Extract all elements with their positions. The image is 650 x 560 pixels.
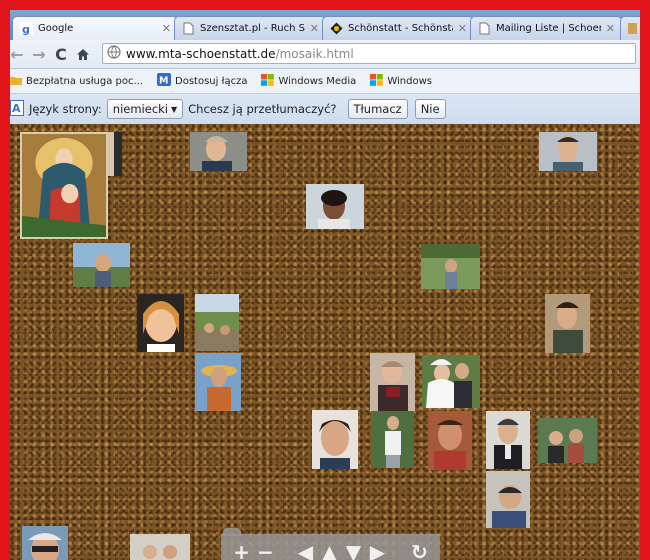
portrait-photo[interactable] — [22, 526, 68, 560]
bookmark-label: Windows — [387, 75, 432, 87]
tab-google[interactable]: g Google ✕ — [12, 16, 178, 40]
url-path: /mosaik.html — [275, 46, 354, 61]
portrait-photo[interactable] — [195, 353, 241, 411]
msn-icon: M — [157, 73, 172, 89]
svg-text:A: A — [12, 102, 21, 115]
screenshot-frame: g Google ✕ Szensztat.pl - Ruch Sz... ✕ S… — [0, 0, 650, 560]
bookmark-item[interactable]: M Dostosuj łącza — [157, 73, 247, 89]
portrait-photo[interactable] — [130, 534, 190, 560]
translate-icon: A — [10, 99, 24, 119]
zoom-in-icon[interactable]: + — [232, 542, 252, 560]
tab-strip: g Google ✕ Szensztat.pl - Ruch Sz... ✕ S… — [10, 10, 640, 40]
zoom-out-icon[interactable]: − — [256, 542, 276, 560]
tab-partial[interactable] — [620, 16, 640, 40]
translate-question: Chcesz ją przetłumaczyć? — [188, 102, 337, 116]
portrait-photo[interactable] — [190, 132, 247, 171]
google-favicon: g — [19, 22, 33, 36]
translate-button[interactable]: Tłumacz — [347, 99, 408, 119]
portrait-photo[interactable] — [371, 411, 414, 468]
svg-text:M: M — [159, 76, 168, 87]
tab-szensztat[interactable]: Szensztat.pl - Ruch Sz... ✕ — [174, 16, 326, 40]
reload-icon[interactable]: C — [50, 43, 72, 65]
folder-icon — [10, 74, 22, 89]
translate-bar: A Język strony: niemiecki ▼ Chcesz ją pr… — [10, 94, 640, 125]
portrait-photo[interactable] — [137, 294, 184, 352]
windows-icon — [370, 73, 384, 89]
forward-arrow-icon[interactable]: → — [28, 43, 50, 65]
language-label: Język strony: — [29, 102, 102, 116]
url-host: www.mta-schoenstatt.de — [126, 46, 276, 61]
close-icon[interactable]: ✕ — [162, 22, 171, 35]
bookmark-label: Dostosuj łącza — [175, 75, 248, 87]
page-icon — [477, 22, 491, 36]
portrait-photo[interactable] — [428, 411, 472, 470]
bookmark-label: Windows Media — [278, 75, 357, 87]
tab-schoenstatt[interactable]: Schönstatt - Schönstat... ✕ — [322, 16, 474, 40]
home-icon[interactable] — [72, 43, 94, 65]
bookmark-item[interactable]: Bezpłatna usługa poc... — [10, 74, 143, 89]
portrait-photo[interactable] — [108, 132, 122, 176]
bookmark-item[interactable]: Windows — [370, 73, 432, 89]
madonna-image[interactable] — [20, 132, 108, 239]
mosaic-controls: + − ◀ ▲ ▼ ▶ ↻ — [221, 534, 440, 560]
portrait-photo[interactable] — [538, 418, 597, 463]
portrait-photo[interactable] — [306, 184, 364, 229]
tab-mailing[interactable]: Mailing Liste | Schoenst... ✕ — [470, 16, 622, 40]
bookmark-item[interactable]: Windows Media — [261, 73, 357, 89]
portrait-photo[interactable] — [422, 355, 480, 408]
windows-icon — [261, 73, 275, 89]
bookmark-label: Bezpłatna usługa poc... — [26, 75, 144, 87]
portrait-photo[interactable] — [486, 471, 530, 528]
pan-down-icon[interactable]: ▼ — [344, 542, 364, 560]
pan-up-icon[interactable]: ▲ — [320, 542, 340, 560]
portrait-photo[interactable] — [370, 353, 415, 412]
bookmarks-bar: Bezpłatna usługa poc... M Dostosuj łącza… — [10, 69, 640, 94]
portrait-photo[interactable] — [312, 410, 358, 469]
tab-label: Google — [38, 23, 74, 34]
page-icon — [625, 22, 639, 36]
no-button[interactable]: Nie — [414, 99, 446, 119]
portrait-photo[interactable] — [421, 244, 480, 289]
browser-toolbar: ← → C www.mta-schoenstatt.de/mosaik.html — [10, 40, 640, 69]
svg-text:g: g — [22, 23, 30, 35]
tab-label: Schönstatt - Schönstat... — [348, 23, 453, 34]
tab-label: Mailing Liste | Schoenst... — [496, 23, 601, 34]
tab-label: Szensztat.pl - Ruch Sz... — [200, 23, 305, 34]
language-select[interactable]: niemiecki ▼ — [106, 99, 184, 119]
portrait-photo[interactable] — [545, 294, 590, 353]
pan-left-icon[interactable]: ◀ — [296, 542, 316, 560]
chevron-down-icon: ▼ — [171, 104, 178, 114]
portrait-photo[interactable] — [73, 243, 130, 287]
portrait-photo[interactable] — [539, 132, 597, 171]
schoenstatt-favicon — [329, 22, 343, 36]
globe-icon — [107, 45, 121, 62]
portrait-photo[interactable] — [486, 411, 530, 469]
close-icon[interactable]: ✕ — [310, 22, 319, 35]
photo-mosaic[interactable]: + − ◀ ▲ ▼ ▶ ↻ — [10, 124, 640, 560]
address-bar[interactable]: www.mta-schoenstatt.de/mosaik.html — [102, 43, 636, 64]
page-icon — [181, 22, 195, 36]
reset-icon[interactable]: ↻ — [410, 542, 430, 560]
back-arrow-icon[interactable]: ← — [10, 43, 28, 65]
close-icon[interactable]: ✕ — [606, 22, 615, 35]
portrait-photo[interactable] — [195, 294, 239, 351]
language-selected: niemiecki — [112, 102, 168, 116]
pan-right-icon[interactable]: ▶ — [368, 542, 388, 560]
close-icon[interactable]: ✕ — [458, 22, 467, 35]
